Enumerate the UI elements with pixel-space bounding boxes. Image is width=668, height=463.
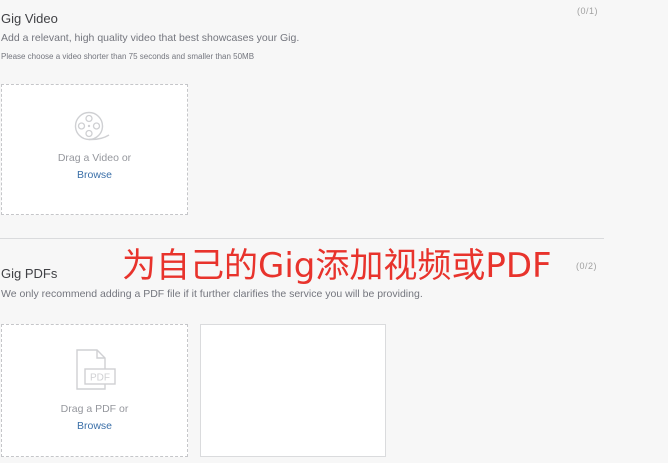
pdf-description: We only recommend adding a PDF file if i… (1, 288, 423, 300)
video-drop-zone[interactable]: Drag a Video or Browse (1, 84, 188, 215)
pdf-drop-zone[interactable]: PDF Drag a PDF or Browse (1, 324, 188, 457)
gig-pdfs-title: Gig PDFs (1, 266, 58, 281)
pdf-icon-label: PDF (90, 373, 110, 384)
video-counter: (0/1) (577, 6, 599, 16)
pdf-counter: (0/2) (576, 261, 598, 271)
annotation-caption: 为自己的Gig添加视频或PDF (122, 246, 552, 286)
video-browse-link[interactable]: Browse (2, 169, 187, 181)
video-description: Add a relevant, high quality video that … (1, 32, 300, 44)
video-drop-text: Drag a Video or (57, 152, 132, 164)
pdf-browse-link[interactable]: Browse (2, 420, 187, 432)
film-reel-icon (73, 109, 117, 148)
pdf-slot-2[interactable] (200, 324, 386, 457)
gig-video-title: Gig Video (1, 11, 58, 26)
gig-gallery-page: Gig Video (0/1) Add a relevant, high qua… (0, 0, 668, 463)
pdf-file-icon: PDF (73, 349, 117, 396)
video-size-note: Please choose a video shorter than 75 se… (1, 52, 255, 61)
pdf-drop-text: Drag a PDF or (60, 403, 129, 415)
